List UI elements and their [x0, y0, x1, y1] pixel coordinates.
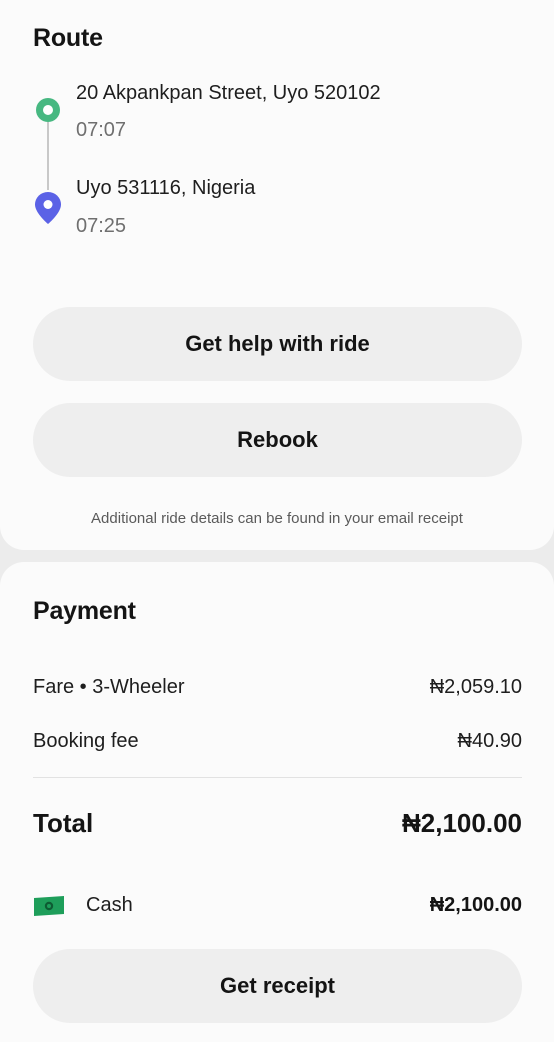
- payment-method-row: Cash ₦2,100.00: [33, 894, 522, 917]
- fare-label: Fare • 3-Wheeler: [33, 676, 185, 698]
- start-pin-icon: [36, 98, 60, 122]
- fare-row: Fare • 3-Wheeler ₦2,059.10: [33, 676, 522, 699]
- route-connector-line: [47, 122, 49, 190]
- payment-method: Cash: [33, 894, 133, 917]
- booking-fee-row: Booking fee ₦40.90: [33, 730, 522, 753]
- dropoff-time: 07:25: [76, 215, 127, 237]
- total-row: Total ₦2,100.00: [33, 808, 522, 839]
- payment-divider: [33, 777, 522, 778]
- total-label: Total: [33, 808, 94, 838]
- email-receipt-note: Additional ride details can be found in …: [91, 510, 463, 527]
- cash-icon: [34, 895, 64, 916]
- route-card: Route 20 Akpankpan Street, Uyo 520102 07…: [0, 0, 554, 550]
- destination-pin-icon: [35, 192, 61, 224]
- booking-fee-value: ₦40.90: [457, 730, 523, 752]
- pickup-address: 20 Akpankpan Street, Uyo 520102: [76, 82, 381, 104]
- booking-fee-label: Booking fee: [33, 730, 139, 752]
- payment-method-amount: ₦2,100.00: [429, 894, 522, 916]
- payment-title: Payment: [33, 597, 136, 625]
- rebook-button[interactable]: Rebook: [33, 403, 522, 477]
- route-title: Route: [33, 24, 103, 52]
- get-receipt-button[interactable]: Get receipt: [33, 949, 522, 1023]
- pickup-time: 07:07: [76, 119, 127, 141]
- get-help-with-ride-button[interactable]: Get help with ride: [33, 307, 522, 381]
- payment-method-label: Cash: [86, 894, 133, 916]
- dropoff-address: Uyo 531116, Nigeria: [76, 177, 256, 199]
- total-value: ₦2,100.00: [402, 808, 522, 838]
- fare-value: ₦2,059.10: [429, 676, 522, 698]
